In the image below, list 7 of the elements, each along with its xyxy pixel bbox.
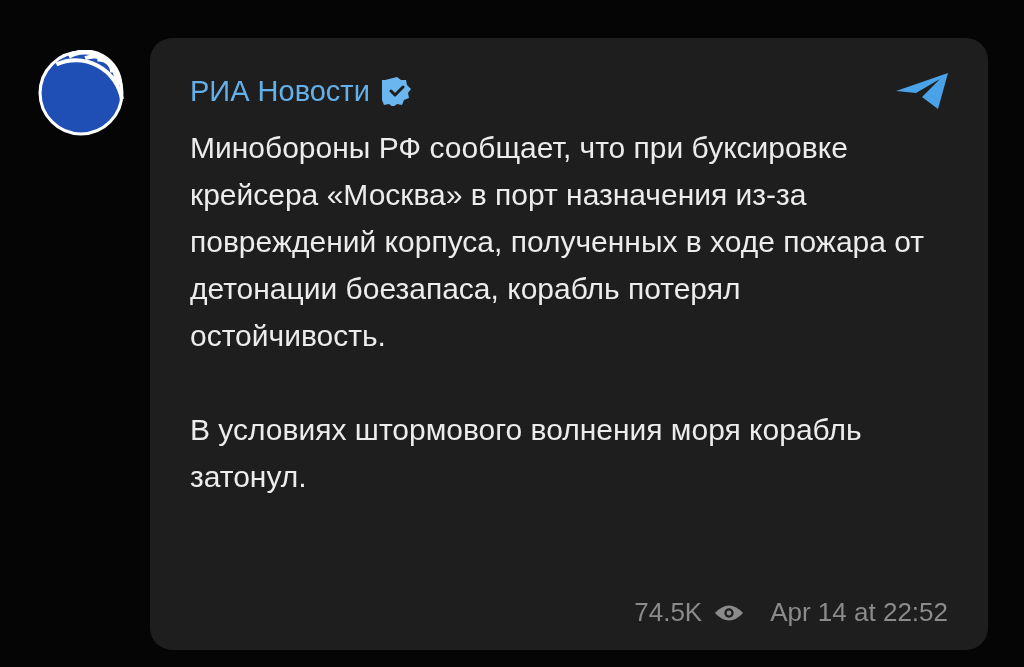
message-text: В условиях штормового волнения моря корабль затонул.	[190, 412, 863, 495]
channel-avatar[interactable]	[38, 50, 124, 136]
share-icon[interactable]	[894, 71, 950, 111]
message-time: Apr 14 at 22:52	[770, 597, 948, 628]
view-count: 74.5K	[634, 597, 703, 628]
channel-name[interactable]: РИА Новости	[190, 74, 370, 108]
message-text: Минобороны РФ сообщает, что при буксировке крейсера «Москва» в порт назначения из-за повреждений корпуса, полученных в ходе пожара от детонации боезапаса, корабль потерял остойчивость.	[190, 130, 926, 354]
